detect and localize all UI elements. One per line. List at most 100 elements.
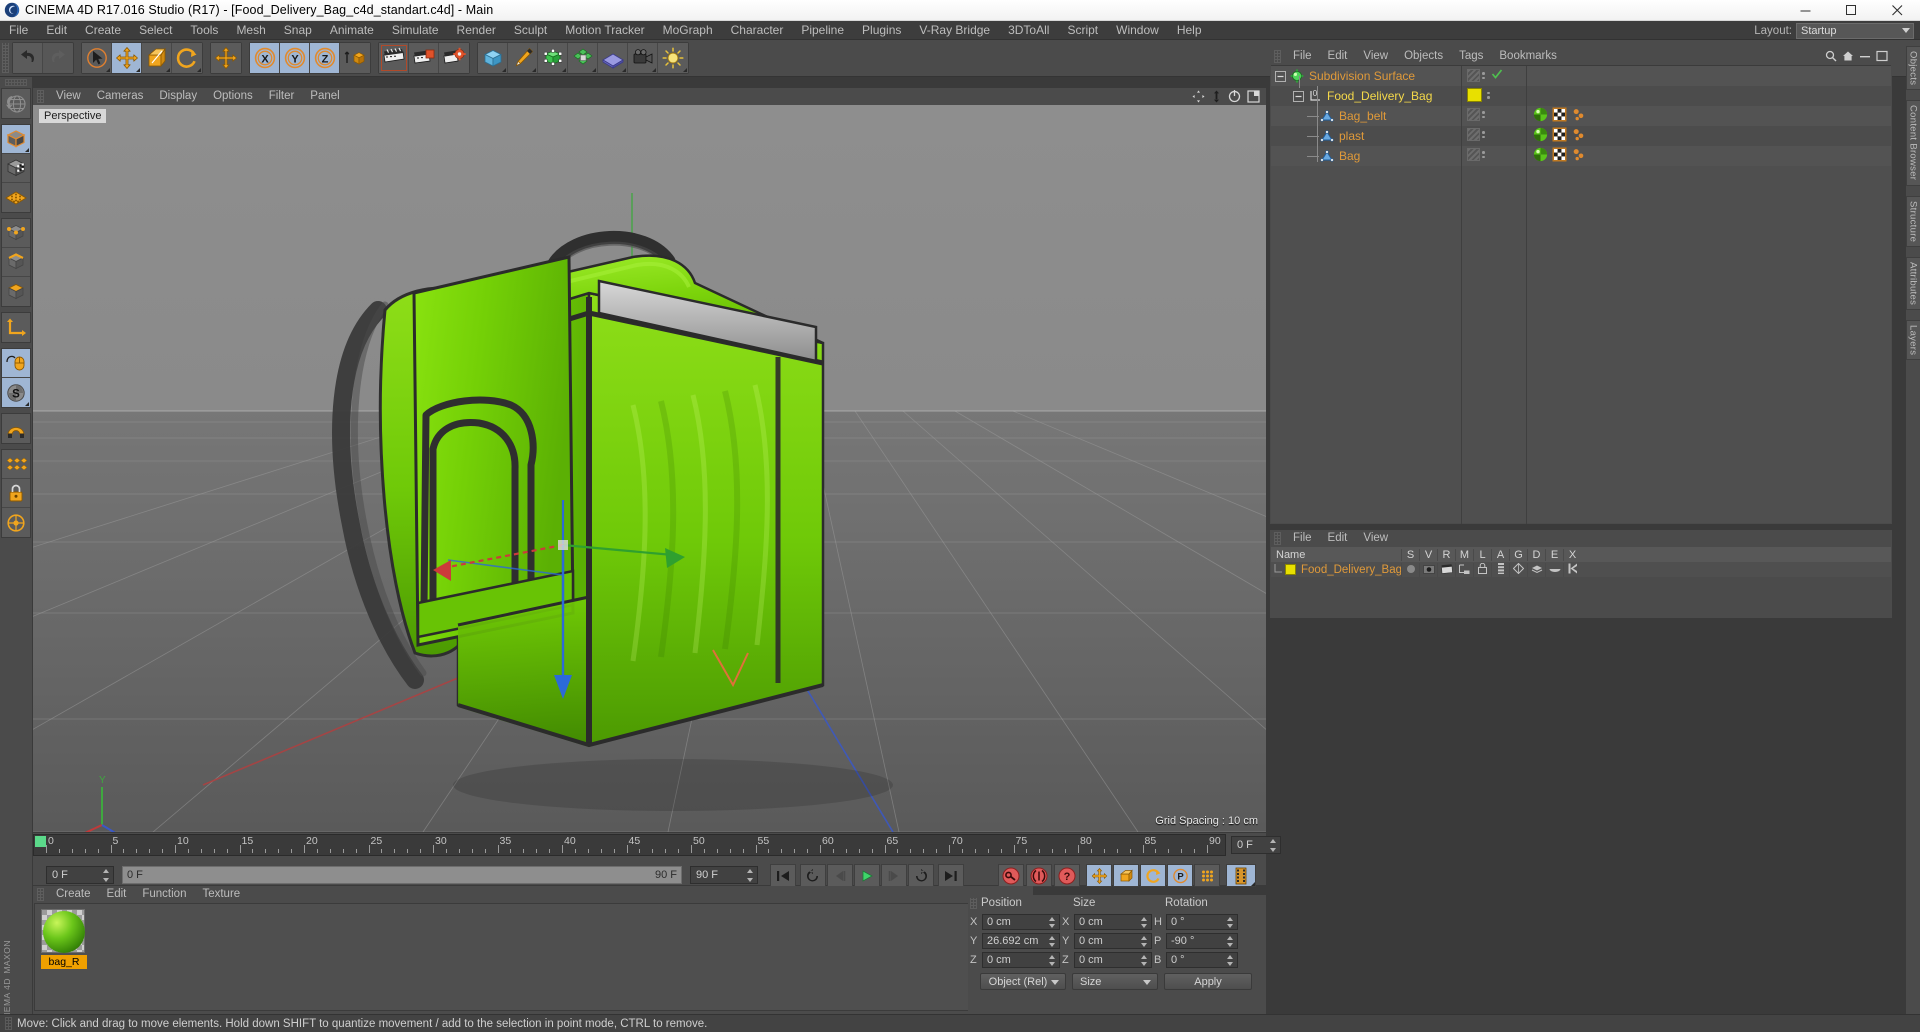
home-icon[interactable] <box>1842 50 1854 65</box>
layer-col-v[interactable]: V <box>1419 548 1437 561</box>
coord-size-y-input[interactable]: 0 cm <box>1074 933 1152 949</box>
menu-simulate[interactable]: Simulate <box>383 21 448 40</box>
undo-view-button[interactable] <box>2 89 30 118</box>
uv-tag[interactable] <box>1552 127 1567 145</box>
viewport-menu-display[interactable]: Display <box>151 88 205 105</box>
render-view[interactable] <box>379 43 409 73</box>
play-forward-loop-button[interactable] <box>908 864 934 887</box>
polygons-mode-button[interactable] <box>2 277 30 306</box>
visibility-dots-icon[interactable] <box>1482 72 1485 79</box>
points-mode-button[interactable] <box>2 219 30 248</box>
frame-field[interactable]: 0 F <box>46 866 114 884</box>
stepper-icon[interactable] <box>1049 936 1056 947</box>
record-position-button[interactable] <box>1086 864 1112 887</box>
play-button[interactable] <box>854 864 880 887</box>
material-menu-function[interactable]: Function <box>134 886 194 903</box>
record-active-objects-button[interactable] <box>998 864 1024 887</box>
visibility-dots-icon[interactable] <box>1482 111 1485 118</box>
stepper-icon[interactable] <box>747 869 754 882</box>
tab-content-browser[interactable]: Content Browser <box>1905 100 1920 186</box>
material-tag[interactable] <box>1533 107 1548 125</box>
lock-y-axis[interactable]: Y <box>280 43 310 73</box>
object-name-bag[interactable]: Bag <box>1339 149 1360 163</box>
coord-mode-select[interactable]: Object (Rel) <box>980 973 1066 990</box>
go-to-start-button[interactable] <box>770 864 796 887</box>
object-menu-objects[interactable]: Objects <box>1396 48 1451 65</box>
live-selection-tool[interactable] <box>82 43 112 73</box>
menu-character[interactable]: Character <box>722 21 793 40</box>
minimize-button[interactable] <box>1782 0 1828 21</box>
layer-col-x[interactable]: X <box>1563 548 1581 561</box>
object-menu-file[interactable]: File <box>1285 48 1320 65</box>
add-camera-object[interactable] <box>628 43 658 73</box>
material-menu-edit[interactable]: Edit <box>99 886 135 903</box>
viewport-menu-cameras[interactable]: Cameras <box>89 88 152 105</box>
material-thumbnail[interactable] <box>41 909 85 953</box>
uv-tag[interactable] <box>1552 147 1567 165</box>
phong-tag[interactable] <box>1571 147 1586 165</box>
layer-col-r[interactable]: R <box>1437 548 1455 561</box>
layer-deformer-toggle[interactable] <box>1527 562 1545 577</box>
coordinates-grip[interactable] <box>970 897 977 909</box>
object-manager-grip[interactable] <box>1274 50 1281 63</box>
layer-row[interactable]: Food_Delivery_Bag <box>1271 562 1891 577</box>
stepper-icon[interactable] <box>1049 917 1056 928</box>
coord-size-x-input[interactable]: 0 cm <box>1074 914 1152 930</box>
menu-motion-tracker[interactable]: Motion Tracker <box>556 21 653 40</box>
coord-pos-z-input[interactable]: 0 cm <box>982 952 1060 968</box>
viewport-move-icon[interactable] <box>1192 90 1205 106</box>
display-toggle-icon[interactable] <box>1467 69 1480 82</box>
object-axis-button[interactable] <box>2 313 30 342</box>
menu-animate[interactable]: Animate <box>321 21 383 40</box>
layer-col-e[interactable]: E <box>1545 548 1563 561</box>
stepper-icon[interactable] <box>1141 936 1148 947</box>
viewport-pan-icon[interactable] <box>1211 90 1222 106</box>
stepper-icon[interactable] <box>1141 917 1148 928</box>
viewport-menu-options[interactable]: Options <box>205 88 261 105</box>
object-menu-view[interactable]: View <box>1355 48 1396 65</box>
display-toggle-icon[interactable] <box>1467 148 1480 161</box>
material-tag[interactable] <box>1533 127 1548 145</box>
viewport-3d[interactable]: Perspective Grid Spacing : 10 cm Y <box>33 105 1266 832</box>
object-row-plast[interactable]: plast <box>1271 126 1891 146</box>
viewport-menu-view[interactable]: View <box>48 88 89 105</box>
layer-color-swatch[interactable] <box>1285 564 1296 575</box>
rotate-tool[interactable] <box>172 43 202 73</box>
display-toggle-icon[interactable] <box>1467 108 1480 121</box>
apply-button[interactable]: Apply <box>1164 973 1252 990</box>
menu-script[interactable]: Script <box>1058 21 1107 40</box>
autokeying-button[interactable] <box>1026 864 1052 887</box>
render-settings[interactable] <box>439 43 469 73</box>
material-name[interactable]: bag_R <box>41 955 87 969</box>
tab-structure[interactable]: Structure <box>1905 195 1920 247</box>
lock-x-axis[interactable]: X <box>250 43 280 73</box>
object-name-subdivision-surface[interactable]: Subdivision Surface <box>1309 69 1415 83</box>
timeline-filmstrip-button[interactable] <box>1226 864 1256 887</box>
material-menu-texture[interactable]: Texture <box>194 886 248 903</box>
record-rotation-button[interactable] <box>1140 864 1166 887</box>
record-pla-button[interactable]: P <box>1167 864 1193 887</box>
phong-tag[interactable] <box>1571 107 1586 125</box>
stepper-icon[interactable] <box>1227 936 1234 947</box>
object-tree[interactable]: Subdivision Surface 0 Food_Delivery_Bag … <box>1271 65 1891 524</box>
layer-expression-toggle[interactable] <box>1545 562 1563 577</box>
layer-visible-toggle[interactable] <box>1419 562 1437 577</box>
visibility-dots-icon[interactable] <box>1482 151 1485 158</box>
go-to-end-button[interactable] <box>938 864 964 887</box>
layer-xref-toggle[interactable] <box>1563 562 1581 577</box>
redo-button[interactable] <box>43 43 73 73</box>
add-environment-object[interactable] <box>598 43 628 73</box>
coord-size-z-input[interactable]: 0 cm <box>1074 952 1152 968</box>
viewport-menu-panel[interactable]: Panel <box>302 88 347 105</box>
object-row-bag-belt[interactable]: Bag_belt <box>1271 106 1891 126</box>
step-back-button[interactable] <box>827 864 853 887</box>
layer-lock-toggle[interactable] <box>1473 562 1491 577</box>
stepper-icon[interactable] <box>1270 839 1277 852</box>
layer-animation-toggle[interactable] <box>1491 562 1509 577</box>
layer-name[interactable]: Food_Delivery_Bag <box>1301 564 1402 576</box>
viewport-menu-filter[interactable]: Filter <box>261 88 303 105</box>
timeline-current-frame-field[interactable]: 0 F <box>1231 836 1281 854</box>
uv-tag[interactable] <box>1552 107 1567 125</box>
menu-file[interactable]: File <box>0 21 37 40</box>
minimize-icon[interactable] <box>1859 50 1871 65</box>
